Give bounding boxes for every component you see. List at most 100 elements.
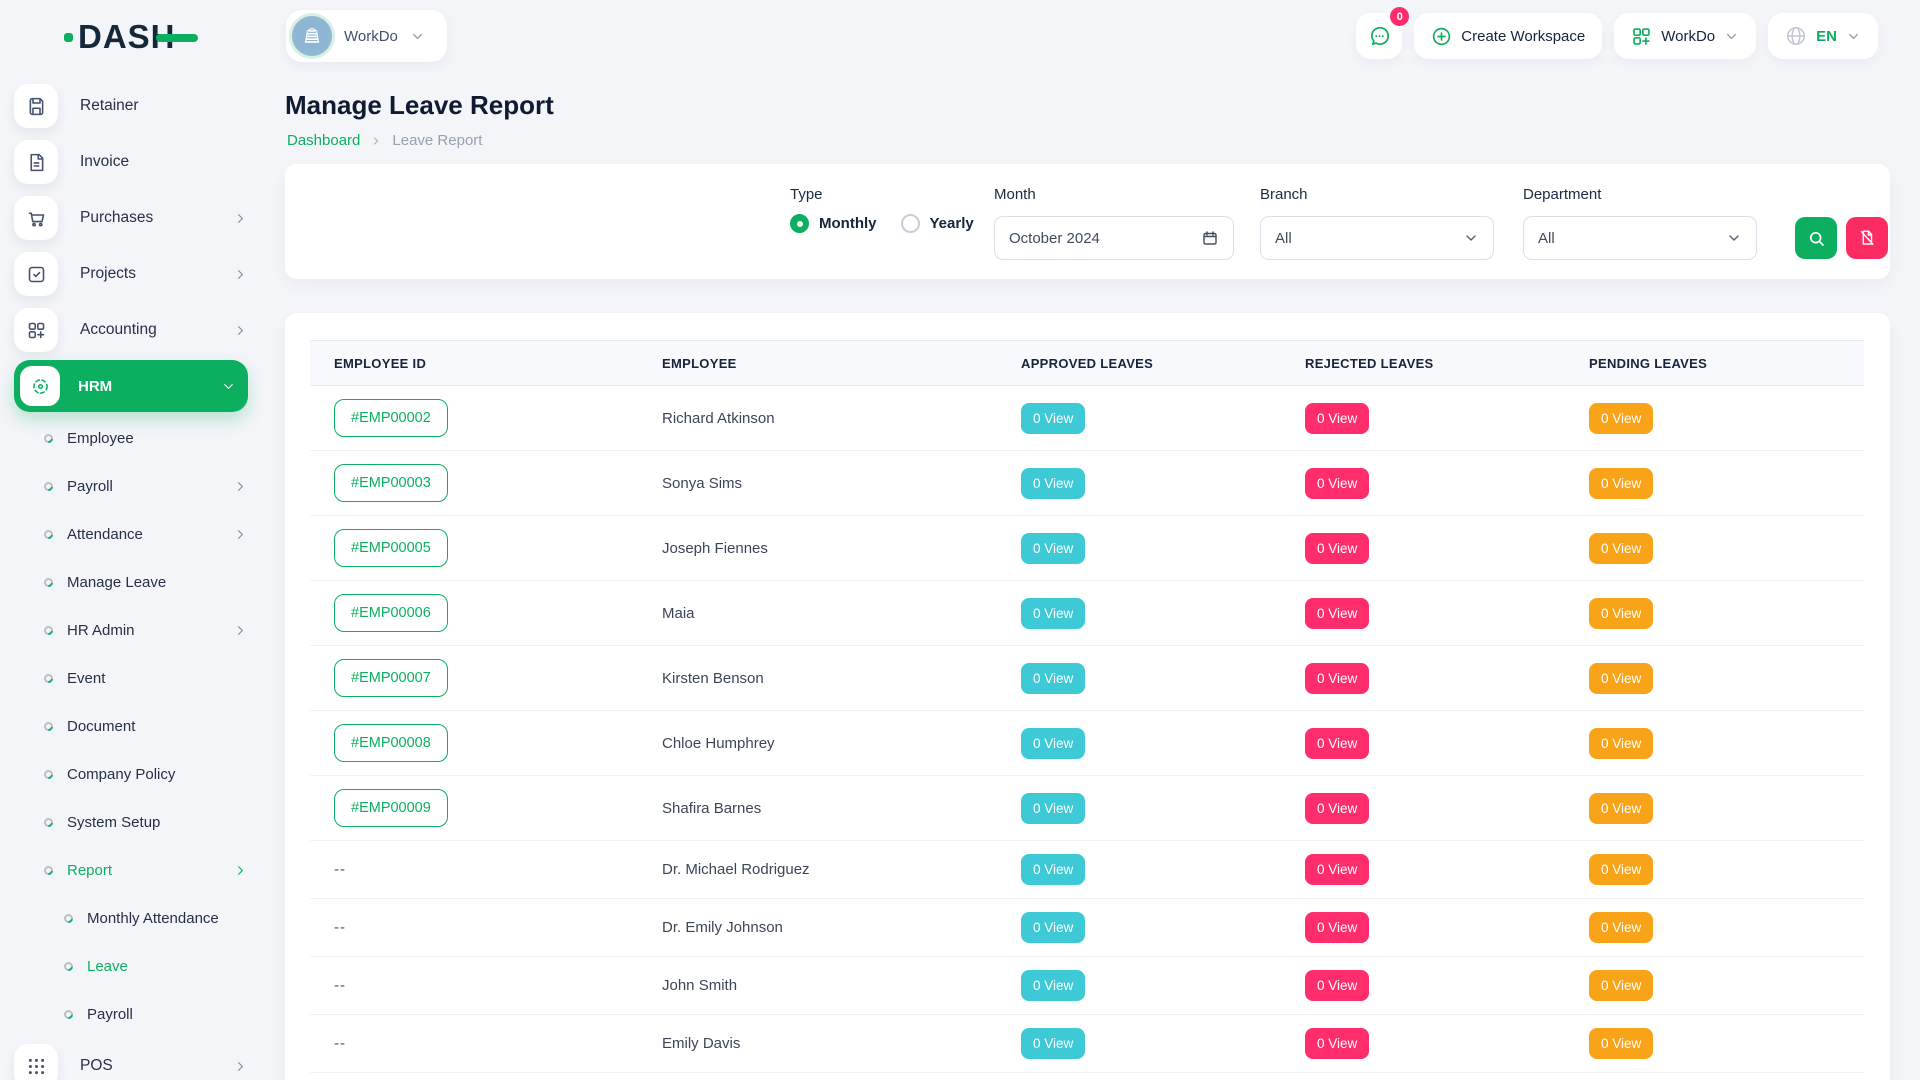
chevron-right-icon	[233, 267, 248, 282]
pending-view-badge[interactable]: 0 View	[1589, 663, 1653, 694]
employee-id-badge[interactable]: #EMP00007	[334, 659, 448, 697]
pending-view-badge[interactable]: 0 View	[1589, 403, 1653, 434]
approved-view-badge[interactable]: 0 View	[1021, 728, 1085, 759]
employee-id-badge[interactable]: #EMP00005	[334, 529, 448, 567]
chevron-down-icon	[1846, 29, 1861, 44]
sidebar-item-hrm[interactable]: HRM	[14, 360, 248, 412]
globe-icon	[1785, 25, 1807, 47]
sidebar-item-retainer[interactable]: Retainer	[0, 78, 262, 134]
rejected-view-badge[interactable]: 0 View	[1305, 854, 1369, 885]
sidebar-item-purchases[interactable]: Purchases	[0, 190, 262, 246]
pending-view-badge[interactable]: 0 View	[1589, 728, 1653, 759]
rejected-view-badge[interactable]: 0 View	[1305, 970, 1369, 1001]
rejected-view-badge[interactable]: 0 View	[1305, 793, 1369, 824]
monthly-radio[interactable]	[790, 214, 809, 233]
employee-id-badge[interactable]: #EMP00002	[334, 399, 448, 437]
sidebar-item-leave[interactable]: Leave	[0, 942, 262, 990]
sidebar-item-hr-admin[interactable]: HR Admin	[0, 606, 262, 654]
rejected-view-badge[interactable]: 0 View	[1305, 598, 1369, 629]
dot-icon	[42, 768, 55, 781]
sidebar-item-attendance[interactable]: Attendance	[0, 510, 262, 558]
breadcrumb-dashboard-link[interactable]: Dashboard	[287, 132, 360, 149]
sidebar-item-event[interactable]: Event	[0, 654, 262, 702]
approved-view-badge[interactable]: 0 View	[1021, 468, 1085, 499]
sidebar-item-manage-leave[interactable]: Manage Leave	[0, 558, 262, 606]
sidebar-item-label: Report	[67, 862, 112, 879]
pending-view-badge[interactable]: 0 View	[1589, 854, 1653, 885]
employee-id-badge[interactable]: #EMP00009	[334, 789, 448, 827]
sidebar-item-employee[interactable]: Employee	[0, 414, 262, 462]
sidebar-item-report[interactable]: Report	[0, 846, 262, 894]
month-date-input[interactable]: October 2024	[994, 216, 1234, 260]
pending-view-badge[interactable]: 0 View	[1589, 793, 1653, 824]
approved-view-badge[interactable]: 0 View	[1021, 663, 1085, 694]
approved-view-badge[interactable]: 0 View	[1021, 970, 1085, 1001]
monthly-radio-label[interactable]: Monthly	[819, 215, 877, 232]
rejected-view-badge[interactable]: 0 View	[1305, 663, 1369, 694]
sidebar-item-payroll[interactable]: Payroll	[0, 462, 262, 510]
pending-view-badge[interactable]: 0 View	[1589, 468, 1653, 499]
rejected-view-badge[interactable]: 0 View	[1305, 533, 1369, 564]
chevron-right-icon	[233, 1059, 248, 1074]
department-filter-label: Department	[1523, 186, 1601, 203]
workspace-switcher[interactable]: WorkDo	[286, 10, 447, 62]
yearly-radio[interactable]	[901, 214, 920, 233]
chevron-right-icon	[233, 527, 248, 542]
messages-button[interactable]: 0	[1356, 13, 1402, 59]
rejected-view-badge[interactable]: 0 View	[1305, 728, 1369, 759]
sidebar-item-accounting[interactable]: Accounting	[0, 302, 262, 358]
pending-view-badge[interactable]: 0 View	[1589, 970, 1653, 1001]
sidebar-item-label: Payroll	[87, 1006, 133, 1023]
create-workspace-button[interactable]: Create Workspace	[1414, 13, 1602, 59]
sidebar-item-system-setup[interactable]: System Setup	[0, 798, 262, 846]
yearly-radio-label[interactable]: Yearly	[930, 215, 974, 232]
column-header: APPROVED LEAVES	[997, 341, 1281, 386]
create-workspace-label: Create Workspace	[1461, 28, 1585, 45]
reset-filter-button[interactable]	[1846, 217, 1888, 259]
rejected-view-badge[interactable]: 0 View	[1305, 1028, 1369, 1059]
invoice-icon	[14, 140, 58, 184]
brand-logo[interactable]: DASH	[64, 18, 198, 56]
app-menu-button[interactable]: WorkDo	[1614, 13, 1756, 59]
sidebar-item-pos[interactable]: POS	[0, 1038, 262, 1080]
calendar-icon	[1201, 229, 1219, 247]
approved-view-badge[interactable]: 0 View	[1021, 793, 1085, 824]
sidebar-item-monthly-attendance[interactable]: Monthly Attendance	[0, 894, 262, 942]
approved-view-badge[interactable]: 0 View	[1021, 598, 1085, 629]
approved-view-badge[interactable]: 0 View	[1021, 912, 1085, 943]
approved-view-badge[interactable]: 0 View	[1021, 533, 1085, 564]
chevron-right-icon	[233, 211, 248, 226]
sidebar-item-label: Invoice	[80, 153, 129, 171]
employee-id-badge[interactable]: #EMP00006	[334, 594, 448, 632]
department-select[interactable]: All	[1523, 216, 1757, 260]
sidebar-item-document[interactable]: Document	[0, 702, 262, 750]
approved-view-badge[interactable]: 0 View	[1021, 854, 1085, 885]
pending-view-badge[interactable]: 0 View	[1589, 533, 1653, 564]
dot-icon	[42, 864, 55, 877]
search-button[interactable]	[1795, 217, 1837, 259]
branch-select[interactable]: All	[1260, 216, 1494, 260]
rejected-view-badge[interactable]: 0 View	[1305, 403, 1369, 434]
pending-view-badge[interactable]: 0 View	[1589, 598, 1653, 629]
employee-id-badge[interactable]: #EMP00003	[334, 464, 448, 502]
sidebar-item-projects[interactable]: Projects	[0, 246, 262, 302]
chevron-down-icon	[410, 29, 425, 44]
sidebar-item-payroll[interactable]: Payroll	[0, 990, 262, 1038]
employee-id-badge[interactable]: #EMP00008	[334, 724, 448, 762]
branch-value: All	[1275, 230, 1292, 247]
type-filter-label: Type	[790, 186, 823, 203]
purchases-icon	[14, 196, 58, 240]
approved-view-badge[interactable]: 0 View	[1021, 1028, 1085, 1059]
pending-view-badge[interactable]: 0 View	[1589, 1028, 1653, 1059]
pending-view-badge[interactable]: 0 View	[1589, 912, 1653, 943]
file-slash-icon	[1858, 229, 1876, 247]
approved-view-badge[interactable]: 0 View	[1021, 403, 1085, 434]
rejected-view-badge[interactable]: 0 View	[1305, 468, 1369, 499]
filter-card: Type Monthly Yearly Month October 2024 B…	[285, 164, 1890, 279]
sidebar-item-label: POS	[80, 1057, 113, 1075]
sidebar-item-invoice[interactable]: Invoice	[0, 134, 262, 190]
sidebar-item-company-policy[interactable]: Company Policy	[0, 750, 262, 798]
sidebar-item-label: Accounting	[80, 321, 157, 339]
language-selector[interactable]: EN	[1768, 13, 1878, 59]
rejected-view-badge[interactable]: 0 View	[1305, 912, 1369, 943]
